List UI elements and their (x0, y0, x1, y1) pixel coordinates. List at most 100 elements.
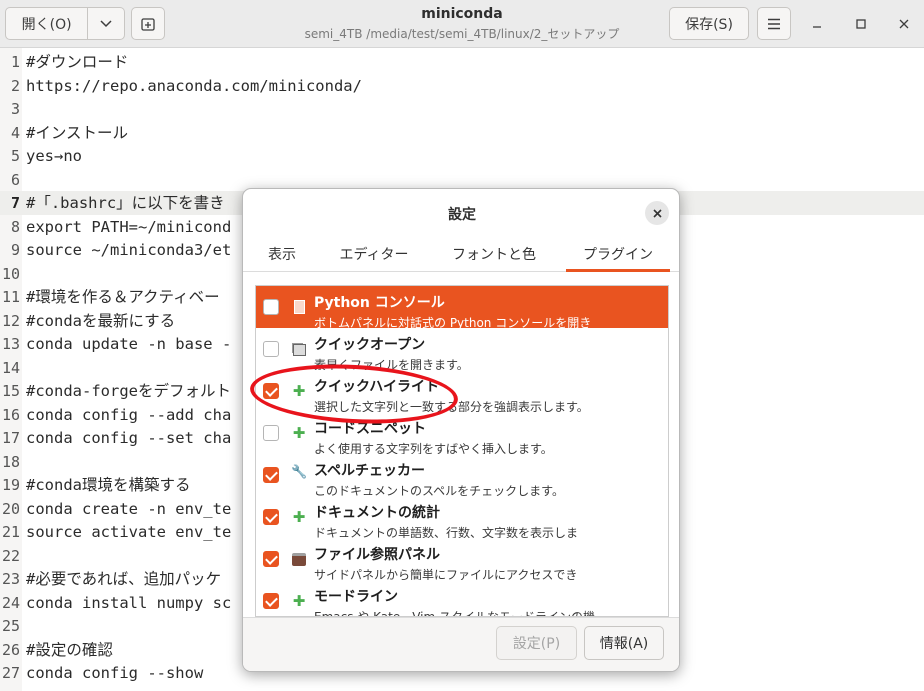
main-menu-button[interactable] (757, 7, 791, 40)
save-label: 保存(S) (685, 16, 733, 33)
line-text: #conda環境を構築する (26, 476, 191, 494)
editor-line[interactable]: 5 yes→no (0, 144, 924, 168)
line-number: 12 (1, 311, 20, 330)
dialog-tabs: 表示 エディター フォントと色 プラグイン (243, 238, 679, 272)
line-number: 9 (10, 241, 20, 259)
line-number: 21 (1, 523, 20, 541)
window-title: miniconda (421, 6, 503, 22)
plugin-info-button[interactable]: 情報(A) (584, 626, 664, 660)
line-number: 19 (1, 476, 20, 494)
new-tab-button[interactable] (131, 7, 165, 40)
plugin-description: サイドパネルから簡単にファイルにアクセスでき (314, 568, 578, 580)
line-number: 25 (1, 617, 20, 635)
line-number: 23 (1, 570, 20, 588)
line-number: 10 (1, 264, 20, 283)
maximize-icon (856, 19, 866, 29)
line-text: conda update -n base - (26, 335, 232, 353)
line-number: 7 (10, 194, 20, 212)
plugin-checkbox[interactable] (263, 551, 279, 567)
editor-line[interactable]: 3 (0, 97, 924, 121)
plugin-name: Python コンソール (314, 295, 445, 311)
plugin-checkbox[interactable] (263, 509, 279, 525)
header-bar: 開く(O) miniconda semi_4TB /media/test/sem… (0, 0, 924, 48)
line-text: #「.bashrc」に以下を書き (26, 194, 225, 212)
line-text: #condaを最新にする (26, 311, 176, 330)
maximize-button[interactable] (849, 12, 873, 36)
line-number: 16 (1, 405, 20, 424)
tab-plugins[interactable]: プラグイン (566, 238, 670, 272)
new-tab-icon (141, 17, 155, 31)
line-text: #必要であれば、追加パッケ (26, 570, 222, 588)
tab-view[interactable]: 表示 (253, 238, 311, 272)
plugin-settings-button[interactable]: 設定(P) (496, 626, 577, 660)
line-text: https://repo.anaconda.com/miniconda/ (26, 76, 362, 95)
editor-line[interactable]: 4 #インストール (0, 121, 924, 145)
plugin-row[interactable]: ✚ コードスニペット よく使用する文字列をすばやく挿入します。 (256, 412, 668, 454)
line-text: yes→no (26, 147, 82, 165)
line-number: 20 (1, 499, 20, 518)
line-number: 5 (10, 147, 20, 165)
line-number: 24 (1, 593, 20, 612)
plugin-row[interactable]: Python コンソール ボトムパネルに対話式の Python コンソールを開き (256, 286, 668, 328)
editor-line[interactable]: 2 https://repo.anaconda.com/miniconda/ (0, 74, 924, 98)
tab-editor[interactable]: エディター (326, 238, 422, 272)
hamburger-menu-icon (768, 18, 780, 29)
plugin-name: クイックオープン (314, 337, 426, 353)
plugin-description: 素早くファイルを開きます。 (314, 358, 469, 370)
line-text: conda create -n env_te (26, 499, 232, 518)
plugin-row[interactable]: ✚ モードライン Emacs や Kate、Vim スタイルなモードラインの機 (256, 580, 668, 616)
minimize-icon (813, 26, 821, 28)
dialog-title: 設定 (448, 207, 476, 223)
editor-line[interactable]: 1 #ダウンロード (0, 50, 924, 74)
chevron-down-icon (100, 19, 112, 27)
line-number: 8 (10, 217, 20, 236)
minimize-button[interactable] (805, 12, 829, 36)
plugin-name: クイックハイライト (314, 379, 440, 395)
save-button[interactable]: 保存(S) (669, 7, 749, 40)
line-number: 26 (1, 640, 20, 659)
dialog-footer: 設定(P) 情報(A) (243, 617, 679, 671)
plugin-name: ドキュメントの統計 (314, 505, 440, 521)
line-number: 6 (10, 170, 20, 189)
line-number: 17 (1, 429, 20, 447)
line-text: conda config --show (26, 664, 204, 682)
line-text: conda config --add cha (26, 405, 232, 424)
puzzle-icon: ✚ (292, 508, 306, 526)
line-text: source activate env_te (26, 523, 232, 541)
plugin-row[interactable]: 🔧 スペルチェッカー このドキュメントのスペルをチェックします。 (256, 454, 668, 496)
tab-font-color[interactable]: フォントと色 (439, 238, 549, 272)
line-number: 1 (10, 53, 20, 71)
window-subtitle: semi_4TB /media/test/semi_4TB/linux/2_セッ… (304, 27, 620, 41)
plugin-checkbox[interactable] (263, 299, 279, 315)
line-number: 22 (1, 546, 20, 565)
plugin-checkbox[interactable] (263, 425, 279, 441)
close-icon (899, 19, 909, 29)
line-number: 4 (10, 123, 20, 142)
line-number: 18 (1, 452, 20, 471)
line-number: 11 (1, 288, 20, 306)
line-number: 3 (10, 100, 20, 118)
stack-icon (293, 344, 306, 356)
line-number: 14 (1, 358, 20, 377)
plugin-checkbox[interactable] (263, 467, 279, 483)
line-text: #conda-forgeをデフォルト (26, 382, 231, 400)
plugin-row[interactable]: クイックオープン素早くファイルを開きます。 (256, 328, 668, 370)
line-number: 15 (1, 382, 20, 400)
dialog-close-button[interactable] (645, 201, 669, 225)
line-text: #設定の確認 (26, 640, 113, 659)
plugin-row[interactable]: ✚ ドキュメントの統計 ドキュメントの単語数、行数、文字数を表示しま (256, 496, 668, 538)
line-text: conda config --set cha (26, 429, 232, 447)
open-button[interactable]: 開く(O) (5, 7, 89, 40)
line-text: #ダウンロード (26, 53, 129, 71)
window-close-button[interactable] (892, 12, 916, 36)
plugin-description: 選択した文字列と一致する部分を強調表示します。 (314, 400, 589, 412)
plugin-row[interactable]: ✚ クイックハイライト 選択した文字列と一致する部分を強調表示します。 (256, 370, 668, 412)
open-menu-button[interactable] (88, 7, 125, 40)
plugin-checkbox[interactable] (263, 383, 279, 399)
plugin-checkbox[interactable] (263, 341, 279, 357)
plugin-row[interactable]: ファイル参照パネル サイドパネルから簡単にファイルにアクセスでき (256, 538, 668, 580)
preferences-dialog: 設定 表示 エディター フォントと色 プラグイン Python コンソール ボトム… (242, 188, 680, 672)
plugin-checkbox[interactable] (263, 593, 279, 609)
wrench-icon: 🔧 (291, 465, 308, 480)
plugin-list: Python コンソール ボトムパネルに対話式の Python コンソールを開きク… (255, 285, 669, 617)
